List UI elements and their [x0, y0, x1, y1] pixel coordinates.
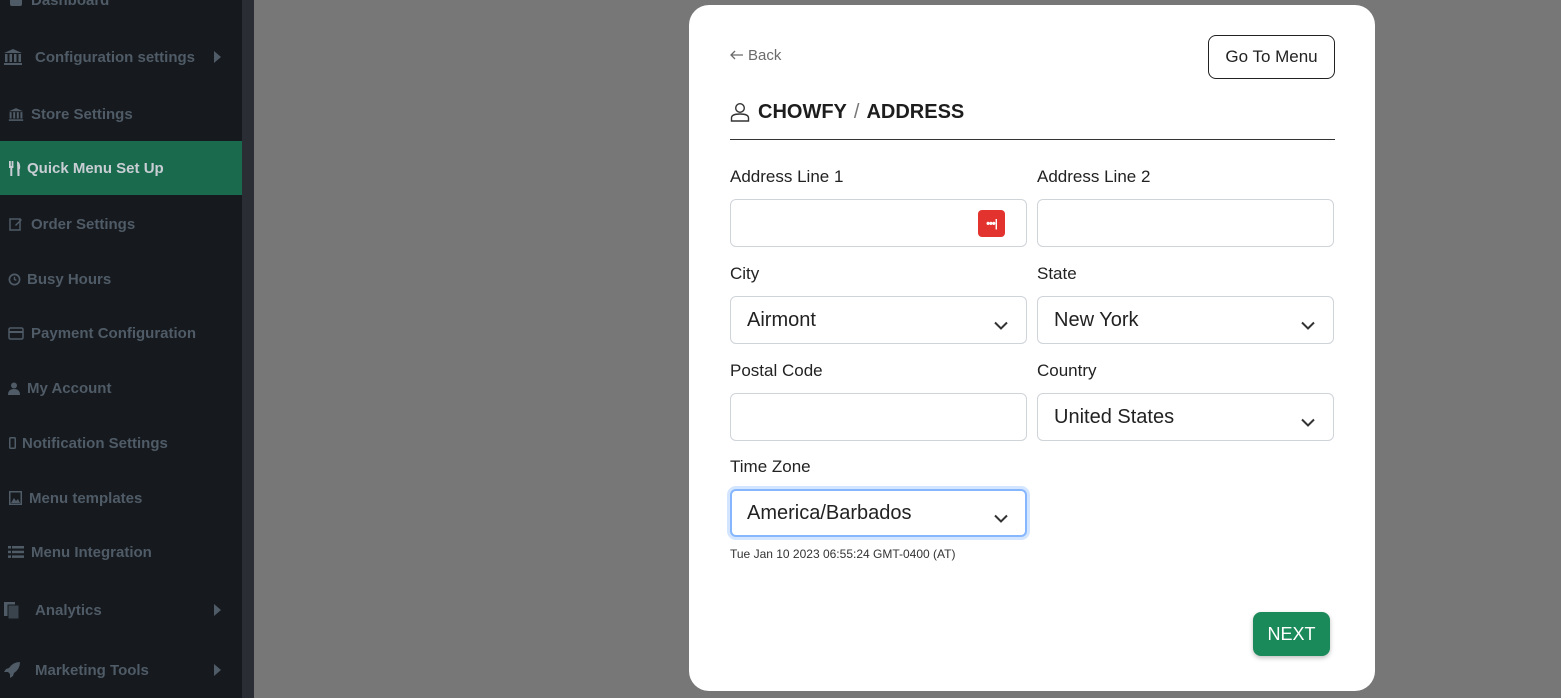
postal-code-label: Postal Code	[730, 361, 823, 380]
sidebar-item-label: Analytics	[35, 601, 102, 619]
breadcrumb-store: CHOWFY	[758, 101, 847, 123]
user-icon	[8, 382, 20, 395]
sidebar-item-label: Notification Settings	[22, 434, 168, 452]
mobile-icon	[8, 437, 16, 449]
sidebar-item-payment-configuration[interactable]: Payment Configuration	[0, 306, 242, 360]
sidebar-edge	[242, 0, 254, 698]
time-zone-label: Time Zone	[730, 457, 811, 476]
time-zone-select[interactable]: America/Barbados	[730, 489, 1027, 537]
state-label: State	[1037, 264, 1077, 283]
caret-right-icon	[214, 51, 221, 63]
password-manager-icon[interactable]: •••|	[978, 210, 1005, 237]
go-to-menu-button[interactable]: Go To Menu	[1208, 35, 1335, 79]
time-zone-current-time: Tue Jan 10 2023 06:55:24 GMT-0400 (AT)	[730, 547, 956, 561]
caret-right-icon	[214, 664, 221, 676]
sidebar-item-label: Quick Menu Set Up	[27, 159, 164, 177]
sidebar-item-configuration-settings[interactable]: Configuration settings	[0, 30, 242, 84]
sidebar-item-label: Busy Hours	[27, 270, 112, 288]
image-icon	[8, 491, 22, 505]
breadcrumb-separator: /	[853, 101, 860, 123]
sidebar-item-order-settings[interactable]: Order Settings	[0, 197, 242, 251]
country-label: Country	[1037, 361, 1097, 380]
sidebar-item-marketing-tools[interactable]: Marketing Tools	[0, 643, 242, 697]
chevron-down-icon	[994, 506, 1008, 529]
credit-card-icon	[8, 326, 24, 340]
bank-icon	[8, 107, 24, 122]
sidebar-item-label: Store Settings	[31, 105, 133, 123]
address-line1-input[interactable]: •••|	[730, 199, 1027, 247]
arrow-left-icon	[730, 47, 744, 64]
rocket-icon	[2, 660, 22, 680]
breadcrumb: CHOWFY / ADDRESS	[730, 101, 1335, 140]
bank-icon	[2, 48, 24, 66]
sidebar-item-label: Menu templates	[29, 489, 143, 507]
country-select[interactable]: United States	[1037, 393, 1334, 441]
sidebar-item-label: Dashboard	[31, 0, 110, 9]
sidebar-item-menu-templates[interactable]: Menu templates	[0, 471, 242, 525]
fork-knife-icon	[8, 160, 22, 176]
user-outline-icon	[730, 102, 750, 128]
sidebar-item-analytics[interactable]: Analytics	[0, 583, 242, 637]
sidebar-item-notification-settings[interactable]: Notification Settings	[0, 416, 242, 470]
sidebar-item-store-settings[interactable]: Store Settings	[0, 87, 242, 141]
sidebar-item-menu-integration[interactable]: Menu Integration	[0, 525, 242, 579]
chevron-down-icon	[994, 313, 1008, 336]
sidebar-item-label: Payment Configuration	[31, 324, 197, 342]
edit-icon	[8, 217, 24, 231]
city-value: Airmont	[747, 308, 816, 331]
sidebar-item-quick-menu-set-up[interactable]: Quick Menu Set Up	[0, 141, 242, 195]
sidebar-item-busy-hours[interactable]: Busy Hours	[0, 252, 242, 306]
state-select[interactable]: New York	[1037, 296, 1334, 344]
back-link[interactable]: Back	[730, 47, 781, 64]
back-label: Back	[748, 47, 782, 64]
time-zone-value: America/Barbados	[747, 501, 912, 524]
postal-code-input[interactable]	[730, 393, 1027, 441]
sidebar-item-my-account[interactable]: My Account	[0, 361, 242, 415]
city-label: City	[730, 264, 760, 283]
address-line1-label: Address Line 1	[730, 167, 844, 186]
breadcrumb-section: ADDRESS	[866, 101, 965, 123]
city-select[interactable]: Airmont	[730, 296, 1027, 344]
next-button[interactable]: NEXT	[1253, 612, 1330, 656]
dashboard-icon	[8, 0, 24, 7]
state-value: New York	[1054, 308, 1139, 331]
sidebar-item-label: Order Settings	[31, 215, 136, 233]
list-icon	[8, 546, 24, 558]
clock-icon	[8, 273, 21, 286]
sidebar-item-dashboard[interactable]: Dashboard	[0, 0, 242, 27]
address-line2-input[interactable]	[1037, 199, 1334, 247]
sidebar-item-label: Configuration settings	[35, 48, 195, 66]
chevron-down-icon	[1301, 313, 1315, 336]
caret-right-icon	[214, 604, 221, 616]
sidebar-item-label: Menu Integration	[31, 543, 152, 561]
sidebar: Dashboard Configuration settings Store S…	[0, 0, 242, 698]
country-value: United States	[1054, 405, 1175, 428]
chevron-down-icon	[1301, 410, 1315, 433]
address-modal: Back Go To Menu CHOWFY / ADDRESS Address…	[689, 5, 1375, 691]
address-line2-label: Address Line 2	[1037, 167, 1151, 186]
sidebar-item-label: Marketing Tools	[35, 661, 149, 679]
sidebar-item-label: My Account	[27, 379, 112, 397]
copy-icon	[2, 600, 22, 620]
